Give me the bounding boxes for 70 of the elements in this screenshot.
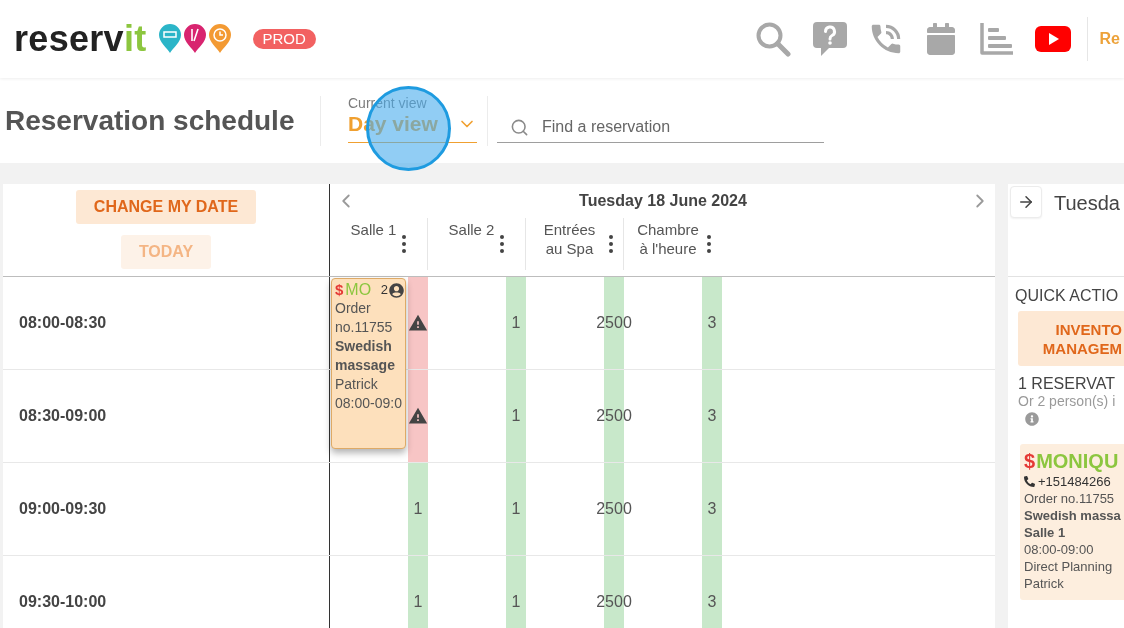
room-name: Salle 1 — [1024, 524, 1066, 541]
availability-count: 3 — [707, 407, 717, 425]
change-date-button[interactable]: CHANGE MY DATE — [75, 190, 257, 224]
search-icon — [510, 118, 529, 137]
staff-name: Patrick — [1024, 575, 1064, 592]
environment-badge: PROD — [252, 29, 316, 49]
calendar-icon[interactable] — [924, 23, 957, 55]
person-icon — [389, 282, 404, 298]
help-icon[interactable] — [812, 22, 847, 56]
column-name: Entrées au Spa — [542, 220, 597, 258]
payment-sign: $ — [335, 281, 344, 299]
day-title: Tuesda — [1054, 192, 1120, 215]
column-name: Chambre à l'heure — [636, 220, 700, 258]
column-name: Salle 2 — [448, 220, 495, 239]
availability-count: 3 — [707, 314, 717, 332]
search-field[interactable]: Find a reservation — [497, 111, 824, 143]
date-heading: Tuesday 18 June 2024 — [579, 192, 747, 210]
availability-count: 3 — [707, 500, 717, 518]
reservation-card[interactable]: $MO 2 Order no.11755 Swedish massage Patrick 08:00-09:0 — [331, 278, 406, 449]
client-name: MONIQU — [1036, 449, 1119, 473]
time-slot-label: 09:00-09:30 — [19, 500, 107, 518]
phone-icon — [1024, 476, 1035, 487]
staff-name: Patrick — [335, 375, 379, 394]
availability-count: 1 — [511, 593, 521, 611]
warning-icon — [408, 313, 428, 333]
search-icon[interactable] — [754, 21, 791, 57]
time-range: 08:00-09:00 — [1024, 541, 1094, 558]
order-number: Order no.11755 — [1024, 490, 1115, 507]
kebab-menu-icon[interactable] — [500, 235, 505, 253]
section-title: QUICK ACTIO — [1015, 287, 1119, 305]
kebab-menu-icon[interactable] — [608, 235, 613, 253]
availability-count: 2500 — [596, 314, 632, 332]
youtube-icon[interactable] — [1034, 26, 1071, 52]
booking-source: Direct Planning — [1024, 558, 1113, 575]
availability-count: 1 — [511, 407, 521, 425]
arrow-right-icon — [1017, 193, 1035, 211]
inventory-button[interactable]: INVENTO MANAGEM — [1018, 311, 1124, 366]
kebab-menu-icon[interactable] — [402, 235, 407, 253]
time-slot-label: 08:00-08:30 — [19, 314, 107, 332]
warning-icon — [408, 406, 428, 426]
reservation-card[interactable]: $MONIQU +151484266 Order no.11755 Swedish massa Salle 1 08:00-09:00 Direct Planning Patrick — [1020, 444, 1124, 600]
service-name: Swedish massa — [1024, 507, 1121, 524]
list-chart-icon[interactable] — [978, 22, 1013, 56]
column-name: Salle 1 — [350, 220, 397, 239]
time-slot-label: 08:30-09:00 — [19, 407, 107, 425]
page-title: Reservation schedule — [5, 104, 295, 137]
service-name: Swedish massage — [335, 337, 396, 375]
reservation-count: 1 RESERVAT — [1018, 375, 1115, 393]
availability-count: 1 — [511, 314, 521, 332]
availability-count: 2500 — [596, 593, 632, 611]
time-slot-label: 09:30-10:00 — [19, 593, 107, 611]
client-name: MO — [345, 281, 372, 299]
arrow-button[interactable] — [1010, 186, 1042, 218]
header-link[interactable]: Re — [1099, 30, 1120, 48]
order-number: Order no.11755 — [335, 299, 394, 337]
availability-count: 3 — [707, 593, 717, 611]
time-range: 08:00-09:0 — [335, 394, 403, 413]
kebab-menu-icon[interactable] — [707, 235, 711, 253]
info-icon[interactable] — [1025, 412, 1039, 426]
person-count: 2 — [380, 281, 388, 299]
availability-count: 1 — [511, 500, 521, 518]
persons-note: Or 2 person(s) i — [1018, 393, 1116, 409]
phone-number: +151484266 — [1038, 473, 1111, 490]
availability-count: 2500 — [596, 407, 632, 425]
map-pins-icon — [158, 24, 231, 54]
payment-sign: $ — [1024, 449, 1036, 473]
availability-count: 1 — [413, 593, 423, 611]
availability-count: 2500 — [596, 500, 632, 518]
availability-count: 1 — [413, 500, 423, 518]
logo-wordmark: reservit — [14, 21, 147, 57]
